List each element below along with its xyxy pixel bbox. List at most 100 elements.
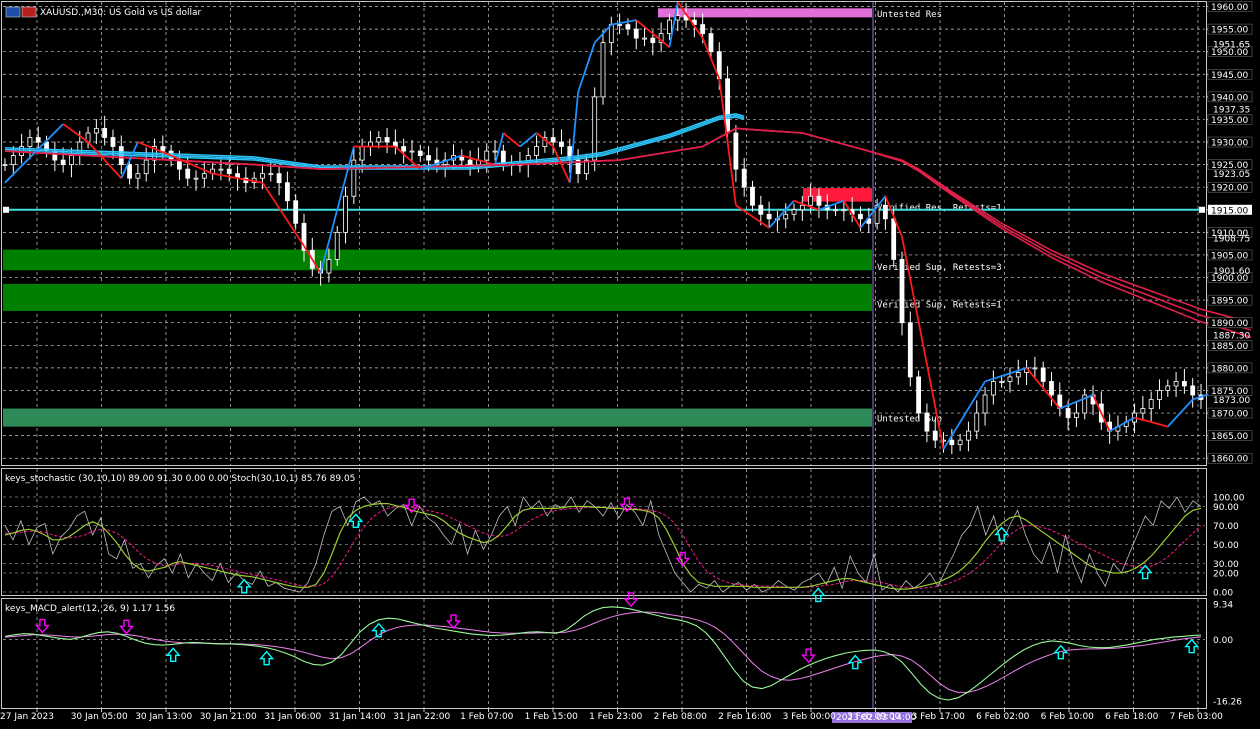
candle-body xyxy=(226,168,232,175)
zone-verified-res xyxy=(803,188,872,202)
price-label: 1890.00 xyxy=(1211,319,1248,329)
hline-handle-left xyxy=(3,206,9,213)
zone-verified-sup xyxy=(3,283,872,311)
candle-body xyxy=(384,137,390,143)
price-label: 1885.00 xyxy=(1211,342,1248,352)
candle-body xyxy=(924,412,930,432)
time-label: 30 Jan 21:00 xyxy=(200,712,257,722)
stochastic-title: keys_stochastic (30,10,10) 89.00 91.30 0… xyxy=(5,474,355,484)
candle-body xyxy=(1074,412,1079,418)
macd-axis-label: 0.00 xyxy=(1213,636,1233,646)
stoch-axis-label: 50.00 xyxy=(1213,541,1239,551)
candle-body xyxy=(617,24,623,26)
stoch-axis-label: 20.00 xyxy=(1213,570,1239,580)
candle-body xyxy=(1165,385,1171,391)
time-label: 30 Jan 05:00 xyxy=(71,712,128,722)
price-extra-label: 1873.00 xyxy=(1213,396,1250,406)
price-label: 1935.00 xyxy=(1211,116,1248,126)
candle-body xyxy=(143,159,149,175)
candle-body xyxy=(841,209,847,212)
time-label: 2 Feb 16:00 xyxy=(718,712,772,722)
candle-body xyxy=(93,128,99,134)
flag-icon-second xyxy=(21,6,37,18)
candle-body xyxy=(1007,376,1013,382)
stoch-axis-label: 70.00 xyxy=(1213,522,1239,532)
time-label: 31 Jan 14:00 xyxy=(329,712,386,722)
time-label: 30 Jan 13:00 xyxy=(135,712,192,722)
candle-body xyxy=(27,137,33,147)
candle-body xyxy=(1032,367,1038,370)
trading-chart[interactable]: Untested ResVerified Res, Retests=1Verif… xyxy=(0,0,1260,729)
candle-body xyxy=(750,186,755,206)
candle-body xyxy=(1140,408,1146,414)
candle-body xyxy=(891,218,897,260)
price-extra-label: 1923.05 xyxy=(1213,170,1250,180)
candle-body xyxy=(791,209,797,215)
candle-body xyxy=(343,195,348,233)
price-label: 1945.00 xyxy=(1211,71,1248,81)
zone-label: Untested Res xyxy=(877,10,942,20)
candle-body xyxy=(276,173,282,184)
candle-body xyxy=(600,42,606,98)
time-label: 1 Feb 23:00 xyxy=(589,712,643,722)
price-label: 1880.00 xyxy=(1211,364,1248,374)
candle-body xyxy=(766,213,772,220)
stoch-axis-label: 0.00 xyxy=(1213,589,1233,599)
candle-body xyxy=(1049,381,1054,396)
candle-body xyxy=(799,204,805,211)
candle-body xyxy=(293,200,299,224)
candle-body xyxy=(833,209,838,212)
candle-body xyxy=(69,155,74,166)
time-label: 31 Jan 06:00 xyxy=(264,712,321,722)
candle-body xyxy=(2,164,8,167)
candle-body xyxy=(808,195,814,206)
price-highlight-label: 1915.00 xyxy=(1211,206,1248,216)
price-extra-label: 1908.75 xyxy=(1213,235,1250,245)
candle-body xyxy=(974,412,980,432)
candle-body xyxy=(1015,371,1021,378)
time-label: 6 Feb 02:00 xyxy=(976,712,1030,722)
price-label: 1960.00 xyxy=(1211,3,1248,13)
macd-title: keys_MACD_alert(12, 26, 9) 1.17 1.56 xyxy=(5,604,175,614)
candle-body xyxy=(160,146,166,152)
candle-body xyxy=(882,204,888,220)
candle-body xyxy=(1065,408,1071,418)
time-label: 1 Feb 15:00 xyxy=(525,712,579,722)
candle-body xyxy=(700,24,706,35)
candle-body xyxy=(650,37,656,44)
candle-body xyxy=(409,150,415,153)
candle-body xyxy=(667,19,672,35)
chart-header: XAUUSD.,M30: US Gold vs US dollar xyxy=(5,6,201,18)
candle-body xyxy=(60,159,66,166)
hline-handle-right xyxy=(1199,206,1205,213)
zone-label: Verified Sup, Retests=1 xyxy=(877,300,1002,310)
macd-axis-label: 9.34 xyxy=(1213,601,1233,611)
zone-verified-sup xyxy=(3,249,872,271)
candle-body xyxy=(426,155,431,161)
candle-body xyxy=(467,159,473,166)
candle-body xyxy=(193,177,199,180)
candle-body xyxy=(268,173,274,176)
candle-body xyxy=(534,146,539,156)
candle-body xyxy=(260,173,265,179)
candle-body xyxy=(201,173,207,179)
time-label: 27 Jan 2023 xyxy=(0,712,54,722)
price-extra-label: 1901.60 xyxy=(1213,267,1250,277)
price-label: 1955.00 xyxy=(1211,26,1248,36)
time-label: 3 Feb 00:00 xyxy=(783,712,837,722)
candle-body xyxy=(982,394,988,414)
time-label: 6 Feb 10:00 xyxy=(1041,712,1095,722)
candle-body xyxy=(708,33,714,53)
stoch-axis-label: 30.00 xyxy=(1213,560,1239,570)
candle-body xyxy=(916,376,922,414)
price-label: 1870.00 xyxy=(1211,410,1248,420)
candle-body xyxy=(484,150,490,161)
candle-body xyxy=(990,381,996,396)
candle-body xyxy=(218,168,224,171)
price-label: 1930.00 xyxy=(1211,139,1248,149)
candle-body xyxy=(284,182,290,202)
time-label: 3 Feb 09:00 xyxy=(847,712,901,722)
candle-body xyxy=(376,137,382,143)
candle-body xyxy=(758,204,764,215)
candle-body xyxy=(401,146,407,152)
